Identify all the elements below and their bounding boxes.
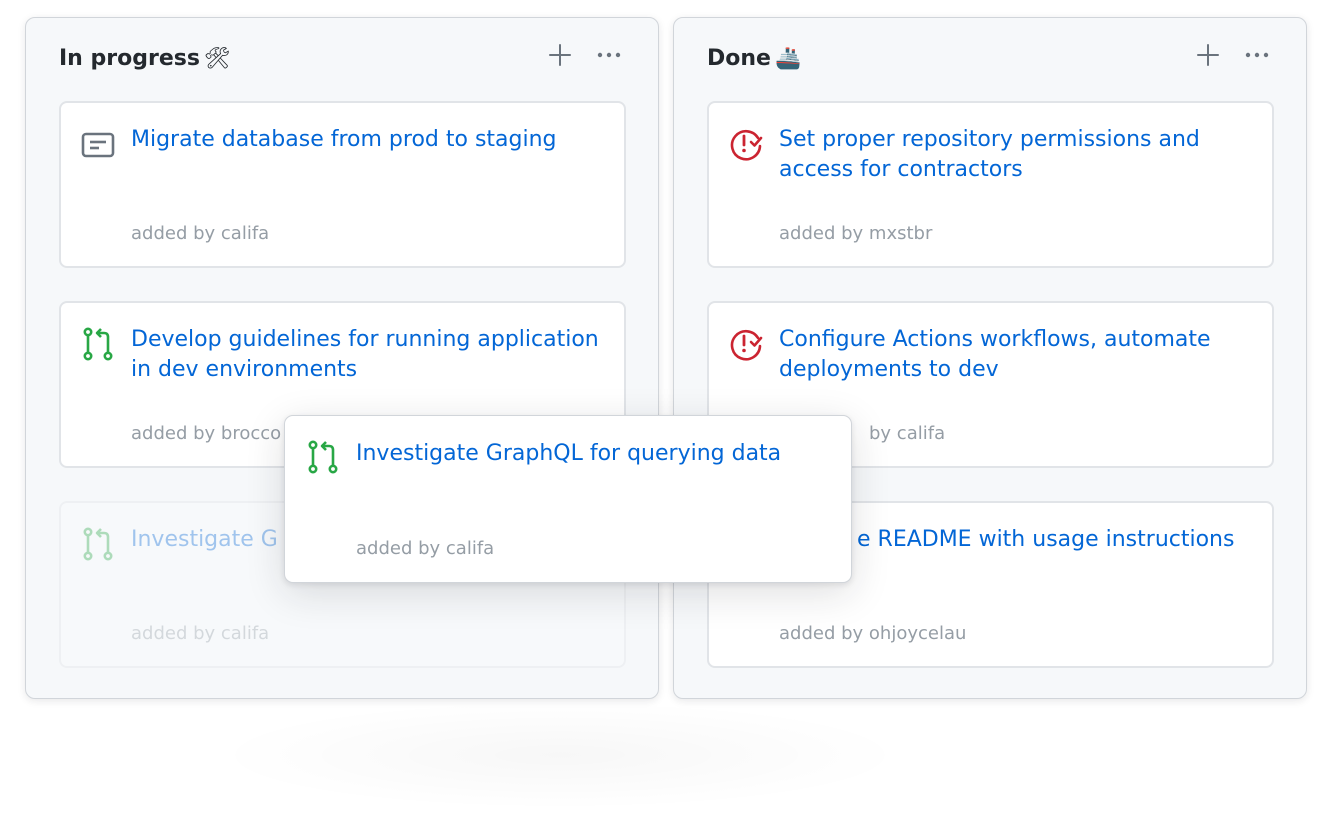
card-meta: added by brocco bbox=[131, 423, 282, 444]
pull-request-icon bbox=[308, 440, 338, 474]
pull-request-icon bbox=[83, 327, 113, 361]
card-title[interactable]: Migrate database from prod to staging bbox=[131, 125, 611, 155]
card-meta: by califa bbox=[869, 423, 946, 444]
card-title[interactable]: e README with usage instructions bbox=[857, 525, 1332, 555]
card-meta: added by califa bbox=[356, 538, 495, 559]
note-icon bbox=[81, 132, 115, 158]
pull-request-icon bbox=[83, 527, 113, 561]
issue-closed-icon bbox=[730, 329, 763, 361]
card-repository-permissions[interactable]: Set proper repository permissions and ac… bbox=[707, 101, 1274, 268]
card-meta: added by mxstbr bbox=[779, 223, 933, 244]
column-title: In progress 🛠 bbox=[59, 46, 231, 71]
card-title[interactable]: Set proper repository permissions and ac… bbox=[779, 125, 1259, 185]
tools-emoji-icon: 🛠 bbox=[203, 46, 231, 70]
column-in-progress: In progress 🛠 Migrate database from prod … bbox=[25, 17, 659, 699]
add-card-icon[interactable] bbox=[1195, 42, 1221, 68]
column-done: Done 🚢 Set proper repository permissions … bbox=[673, 17, 1307, 699]
card-title[interactable]: Develop guidelines for running applicati… bbox=[131, 325, 611, 385]
add-card-icon[interactable] bbox=[547, 42, 573, 68]
column-title: Done 🚢 bbox=[707, 46, 802, 71]
card-meta: added by califa bbox=[131, 623, 270, 644]
card-meta: added by califa bbox=[131, 223, 270, 244]
dragging-card[interactable]: Investigate GraphQL for querying data ad… bbox=[284, 415, 852, 583]
card-title[interactable]: Investigate GraphQL for querying data bbox=[356, 439, 836, 469]
ship-emoji-icon: 🚢 bbox=[774, 46, 802, 70]
card-title[interactable]: Configure Actions workflows, automate de… bbox=[779, 325, 1259, 385]
card-meta: added by ohjoycelau bbox=[779, 623, 967, 644]
more-options-icon[interactable] bbox=[596, 42, 622, 68]
card-migrate-database[interactable]: Migrate database from prod to staging ad… bbox=[59, 101, 626, 268]
project-board: In progress 🛠 Migrate database from prod … bbox=[0, 0, 1332, 817]
drop-shadow bbox=[210, 700, 910, 810]
more-options-icon[interactable] bbox=[1244, 42, 1270, 68]
issue-closed-icon bbox=[730, 129, 763, 161]
